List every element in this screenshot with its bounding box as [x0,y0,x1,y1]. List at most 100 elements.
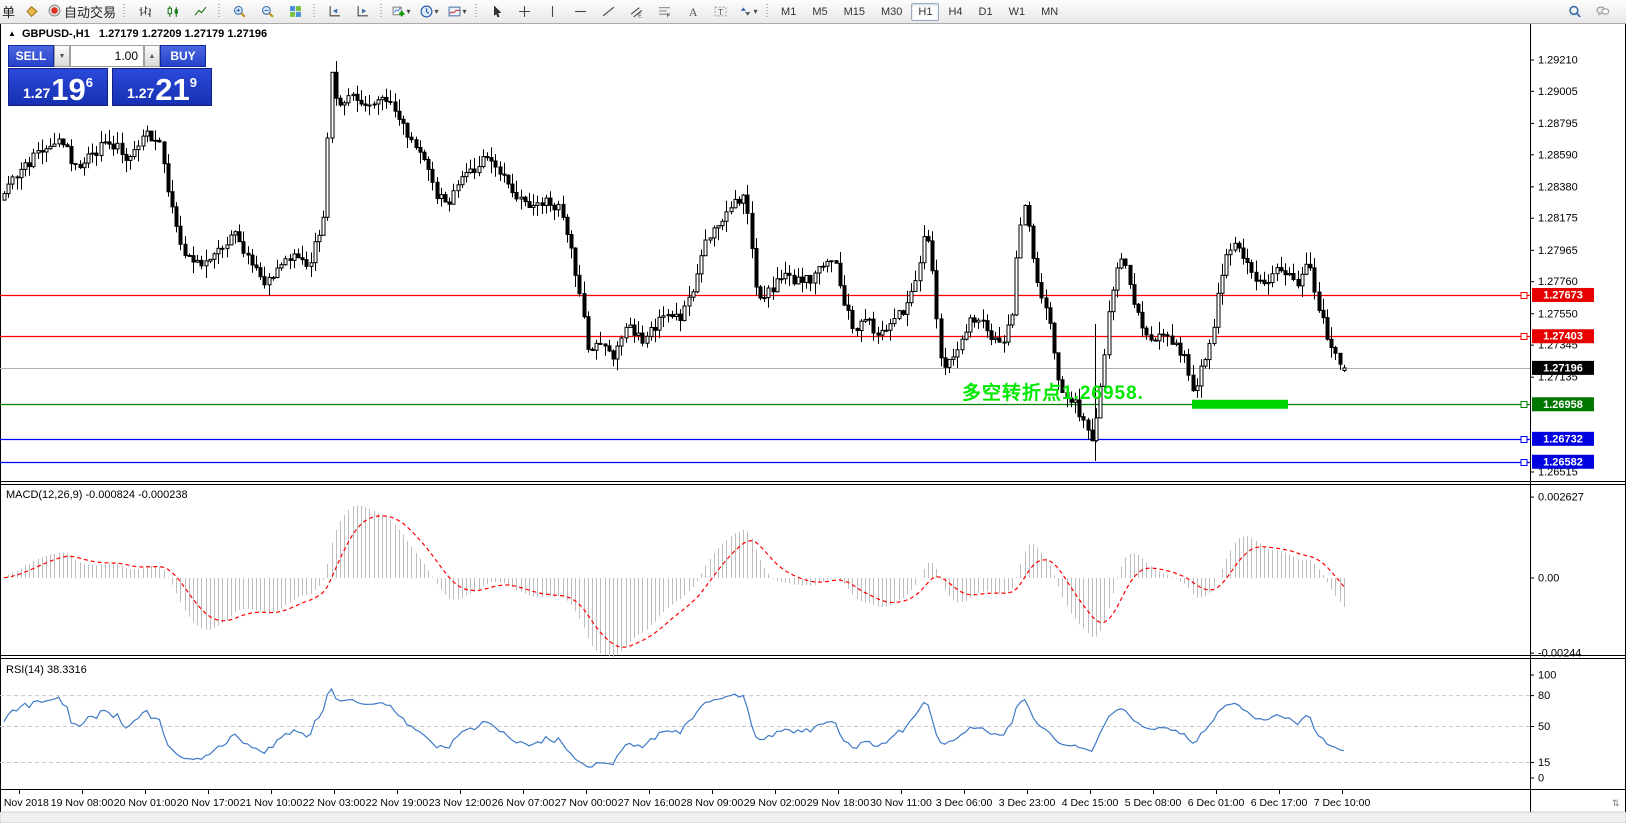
svg-text:1.26958: 1.26958 [1543,399,1583,411]
svg-text:1.26732: 1.26732 [1543,433,1583,445]
svg-text:23 Nov 12:00: 23 Nov 12:00 [429,797,492,809]
chart-background [0,23,1626,812]
chart-ohlc-values: 1.27179 1.27209 1.27179 1.27196 [99,28,267,40]
svg-text:1.27965: 1.27965 [1538,245,1578,257]
timeframe-m30-button[interactable]: M30 [874,3,909,21]
cursor-button[interactable] [483,2,509,22]
buy-price-button[interactable]: 1.27 21 9 [112,68,212,106]
buy-price-prefix: 1.27 [127,85,154,101]
line-chart-button[interactable] [187,2,213,22]
toolbar-group-grip [217,4,222,19]
chart-canvas[interactable]: 1.292101.290051.287951.285901.283801.281… [0,0,1626,823]
equidistant-channel-button[interactable]: E [623,2,649,22]
svg-text:5 Dec 08:00: 5 Dec 08:00 [1125,797,1182,809]
zoom-in-icon [233,5,246,18]
auto-scroll-button[interactable] [349,2,375,22]
timeframe-w1-button[interactable]: W1 [1002,3,1033,21]
timeframe-d1-button[interactable]: D1 [972,3,1000,21]
toolbar-group-grip [379,4,384,19]
auto-scroll-icon [356,5,369,18]
templates-button[interactable]: ▾ [444,2,470,22]
text-icon: A [686,5,699,18]
dropdown-caret-icon[interactable]: ▾ [435,7,439,16]
chart-shift-icon [328,5,341,18]
svg-text:1.28380: 1.28380 [1538,181,1578,193]
svg-text:1.28175: 1.28175 [1538,213,1578,225]
periods-icon [420,5,433,18]
autotrading-label: 自动交易 [64,2,116,21]
svg-text:4 Dec 15:00: 4 Dec 15:00 [1062,797,1119,809]
new-order-icon[interactable] [18,2,44,22]
periods-button[interactable]: ▾ [416,2,442,22]
autotrading-icon [48,4,61,20]
svg-text:-0.00244: -0.00244 [1538,648,1581,660]
svg-text:22 Nov 03:00: 22 Nov 03:00 [303,797,366,809]
fibonacci-button[interactable]: F [651,2,677,22]
sell-button[interactable]: SELL [8,45,54,67]
chat-button[interactable] [1589,2,1615,22]
trendline-button[interactable] [595,2,621,22]
svg-text:1.28795: 1.28795 [1538,118,1578,130]
volume-input[interactable] [70,45,144,67]
tile-windows-button[interactable] [282,2,308,22]
svg-text:0: 0 [1538,773,1544,785]
sell-price-button[interactable]: 1.27 19 6 [8,68,108,106]
svg-text:20 Nov 17:00: 20 Nov 17:00 [177,797,240,809]
buy-button[interactable]: BUY [160,45,206,67]
chat-icon [1596,5,1609,18]
svg-text:⇅: ⇅ [1612,798,1620,808]
timeframe-h1-button[interactable]: H1 [911,3,939,21]
buy-price-pip: 9 [190,75,197,90]
svg-text:29 Nov 18:00: 29 Nov 18:00 [807,797,870,809]
arrows-button[interactable]: ▾ [735,2,761,22]
horizontal-line-icon [574,5,587,18]
bar-chart-button[interactable] [131,2,157,22]
price-badge-1.27403: 1.27403 [1532,329,1594,343]
level-endpoint-marker [1521,293,1527,299]
tile-windows-icon [289,5,302,18]
vertical-line-button[interactable] [539,2,565,22]
new-order-button-partial[interactable]: 单 [0,2,17,21]
svg-text:6 Dec 17:00: 6 Dec 17:00 [1251,797,1308,809]
cursor-icon [490,5,503,18]
chart-title: ▲ GBPUSD-,H1 1.27179 1.27209 1.27179 1.2… [8,28,267,40]
text-label-button[interactable]: T [707,2,733,22]
horizontal-line-button[interactable] [567,2,593,22]
timeframe-h4-button[interactable]: H4 [941,3,969,21]
svg-text:3 Dec 06:00: 3 Dec 06:00 [936,797,993,809]
new-chart-button[interactable]: ▾ [388,2,414,22]
text-label-icon: T [714,5,727,18]
svg-text:19 Nov 08:00: 19 Nov 08:00 [51,797,114,809]
main-toolbar: 单 自动交易 ▾ ▾ ▾ EFA T ▾ M1M5M15M30H1H4D1W1MN [0,0,1626,24]
time-axis-scroll[interactable]: ⇅ [1612,798,1620,808]
timeframe-m15-button[interactable]: M15 [837,3,872,21]
svg-text:1.27760: 1.27760 [1538,276,1578,288]
zoom-in-button[interactable] [226,2,252,22]
chart-shift-button[interactable] [321,2,347,22]
buy-price-big: 21 [155,75,189,105]
svg-text:22 Nov 19:00: 22 Nov 19:00 [366,797,429,809]
svg-text:100: 100 [1538,670,1556,682]
crosshair-icon [518,5,531,18]
dropdown-caret-icon[interactable]: ▾ [754,7,758,16]
volume-decrease-button[interactable]: ▼ [54,45,70,67]
search-button[interactable] [1561,2,1587,22]
svg-text:1.28590: 1.28590 [1538,149,1578,161]
timeframe-mn-button[interactable]: MN [1034,3,1065,21]
svg-text:29 Nov 02:00: 29 Nov 02:00 [744,797,807,809]
rsi-indicator-label: RSI(14) 38.3316 [6,664,87,676]
dropdown-caret-icon[interactable]: ▾ [463,7,467,16]
timeframe-m1-button[interactable]: M1 [774,3,803,21]
sell-price-pip: 6 [86,75,93,90]
text-button[interactable]: A [679,2,705,22]
dropdown-caret-icon[interactable]: ▾ [407,7,411,16]
zoom-out-button[interactable] [254,2,280,22]
timeframe-m5-button[interactable]: M5 [805,3,834,21]
candlestick-chart-button[interactable] [159,2,185,22]
svg-text:1.29005: 1.29005 [1538,86,1578,98]
zoom-out-icon [261,5,274,18]
volume-increase-button[interactable]: ▲ [144,45,160,67]
collapse-triangle-icon[interactable]: ▲ [8,29,16,38]
autotrading-button[interactable]: 自动交易 [46,2,118,22]
crosshair-button[interactable] [511,2,537,22]
